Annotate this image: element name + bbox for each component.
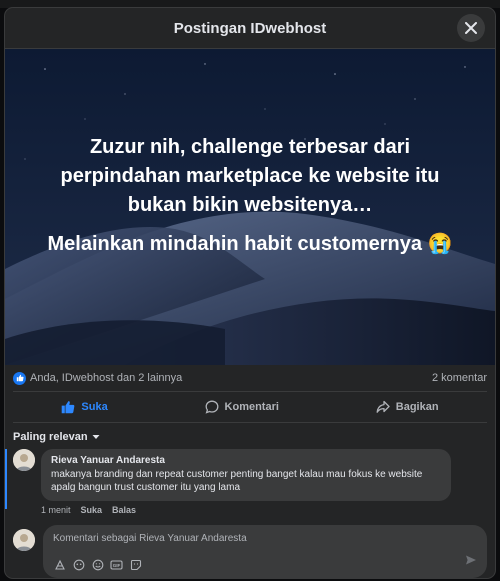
comment-bubble[interactable]: Rieva Yanuar Andaresta makanya branding … [41, 449, 451, 501]
like-icon [62, 401, 75, 414]
comment-input-placeholder: Komentari sebagai Rieva Yanuar Andaresta [53, 533, 247, 544]
comment-label: Komentari [224, 401, 279, 413]
emoji-button[interactable] [91, 558, 104, 571]
image-line-1: Zuzur nih, challenge terbesar dari perpi… [60, 136, 440, 216]
sticker-face-button[interactable] [129, 558, 142, 571]
composer-avatar[interactable] [13, 529, 35, 551]
comment-count[interactable]: 2 komentar [432, 372, 487, 384]
modal-header: Postingan IDwebhost [5, 8, 495, 49]
comment-highlight-bar [5, 449, 7, 509]
image-line-2: Melainkan mindahin habit customernya 😭 [47, 233, 453, 255]
reaction-summary[interactable]: Anda, IDwebhost dan 2 lainnya [13, 371, 183, 385]
sticker-face-icon [130, 559, 141, 570]
comment-text: makanya branding dan repeat customer pen… [51, 469, 423, 493]
modal-title: Postingan IDwebhost [173, 19, 327, 37]
share-button[interactable]: Bagikan [376, 400, 439, 414]
avatar-icon [13, 449, 35, 471]
reactions-bar: Anda, IDwebhost dan 2 lainnya 2 komentar [5, 365, 495, 391]
sort-label: Paling relevan [13, 431, 88, 443]
close-icon [465, 22, 477, 34]
background-strip [0, 0, 500, 8]
svg-text:GIF: GIF [113, 563, 121, 568]
like-label: Suka [81, 401, 108, 413]
comment-input[interactable]: Komentari sebagai Rieva Yanuar Andaresta… [43, 525, 487, 578]
avatar-icon [13, 529, 35, 551]
share-icon [376, 400, 390, 413]
reaction-names: Anda, IDwebhost dan 2 lainnya [30, 372, 183, 384]
comment-sort-dropdown[interactable]: Paling relevan [5, 423, 495, 449]
comment-author[interactable]: Rieva Yanuar Andaresta [51, 455, 441, 466]
avatar-sticker-button[interactable] [72, 558, 85, 571]
comment-reply-link[interactable]: Balas [112, 505, 136, 515]
comment-button[interactable]: Komentari [205, 400, 279, 414]
chevron-down-icon [92, 435, 100, 439]
action-bar: Suka Komentari Bagikan [13, 391, 487, 423]
comment-meta: 1 menit Suka Balas [5, 501, 495, 515]
comment-like-link[interactable]: Suka [81, 505, 103, 515]
post-modal: Postingan IDwebhost Zuzur nih, challenge… [5, 8, 495, 578]
share-label: Bagikan [395, 401, 439, 413]
sticker-button[interactable] [53, 558, 66, 571]
close-button[interactable] [457, 14, 485, 42]
gif-button[interactable]: GIF [110, 558, 123, 571]
composer-tools: GIF [53, 558, 142, 571]
comment-item: Rieva Yanuar Andaresta makanya branding … [5, 449, 495, 509]
avatar[interactable] [13, 449, 35, 471]
like-badge-icon [13, 371, 26, 385]
like-button[interactable]: Suka [61, 400, 108, 414]
send-button[interactable] [465, 553, 477, 571]
post-image-text: Zuzur nih, challenge terbesar dari perpi… [5, 133, 495, 259]
sticker-icon [54, 559, 65, 570]
comment-composer: Komentari sebagai Rieva Yanuar Andaresta… [5, 515, 495, 578]
avatar-sticker-icon [73, 559, 84, 570]
comment-time[interactable]: 1 menit [41, 505, 71, 515]
gif-icon: GIF [110, 559, 123, 570]
emoji-icon [92, 559, 103, 570]
send-icon [466, 555, 476, 565]
post-image[interactable]: Zuzur nih, challenge terbesar dari perpi… [5, 49, 495, 365]
comment-icon [205, 400, 218, 414]
